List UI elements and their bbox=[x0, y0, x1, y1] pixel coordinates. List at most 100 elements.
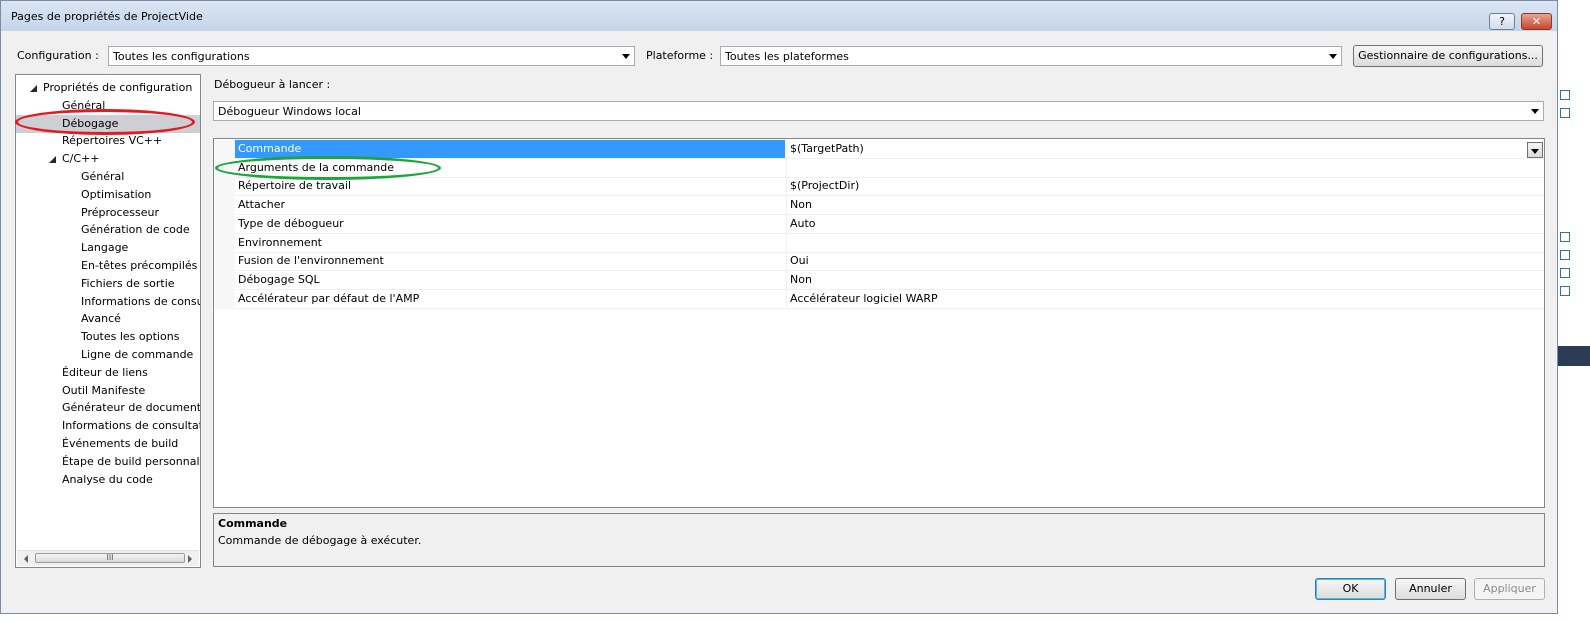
tree-item[interactable]: Étape de build personnalis bbox=[16, 453, 200, 471]
tree-item[interactable]: Toutes les options bbox=[16, 328, 200, 346]
row-gutter bbox=[214, 140, 235, 159]
configuration-value: Toutes les configurations bbox=[113, 50, 250, 63]
row-gutter bbox=[214, 252, 235, 272]
platform-label: Plateforme : bbox=[646, 49, 714, 62]
close-button[interactable]: ✕ bbox=[1521, 13, 1552, 30]
tree-item-label: Étape de build personnalis bbox=[62, 454, 201, 468]
debugger-label: Débogueur à lancer : bbox=[214, 78, 331, 91]
property-row[interactable]: Attacher Non bbox=[214, 196, 1544, 216]
tree-item[interactable]: Fichiers de sortie bbox=[16, 275, 200, 293]
title-bar[interactable]: Pages de propriétés de ProjectVide ? ✕ bbox=[1, 1, 1557, 31]
tree-item-label: Fichiers de sortie bbox=[81, 276, 175, 290]
property-row[interactable]: Débogage SQL Non bbox=[214, 270, 1544, 290]
property-name[interactable]: Type de débogueur bbox=[235, 215, 785, 233]
row-gutter bbox=[214, 177, 235, 197]
tree-item[interactable]: Analyse du code bbox=[16, 471, 200, 489]
tree-item-label: Génération de code bbox=[81, 223, 190, 237]
property-pages-dialog: Pages de propriétés de ProjectVide ? ✕ C… bbox=[0, 0, 1558, 614]
ok-button[interactable]: OK bbox=[1315, 578, 1386, 600]
tree-item-label: En-têtes précompilés bbox=[81, 259, 198, 272]
property-value[interactable] bbox=[786, 233, 1544, 252]
collapsed-arrow-icon[interactable] bbox=[49, 456, 55, 467]
tree-item[interactable]: C/C++ bbox=[16, 150, 200, 168]
collapsed-arrow-icon[interactable] bbox=[49, 385, 55, 396]
tree-item[interactable]: Événements de build bbox=[16, 435, 200, 453]
tree-item-label: Informations de consultati bbox=[62, 419, 201, 433]
property-row[interactable]: Fusion de l'environnement Oui bbox=[214, 252, 1544, 272]
row-gutter bbox=[214, 289, 235, 309]
property-value[interactable]: Accélérateur logiciel WARP bbox=[786, 289, 1544, 308]
tree-item[interactable]: Propriétés de configuration bbox=[16, 79, 200, 97]
help-button[interactable]: ? bbox=[1489, 13, 1515, 30]
collapsed-arrow-icon[interactable] bbox=[49, 474, 55, 485]
chevron-down-icon bbox=[622, 54, 630, 59]
property-value[interactable]: $(ProjectDir) bbox=[786, 177, 1544, 196]
property-value[interactable]: Oui bbox=[786, 252, 1544, 271]
cancel-button[interactable]: Annuler bbox=[1395, 578, 1466, 600]
property-grid[interactable]: Commande $(TargetPath) Arguments de la com… bbox=[213, 138, 1545, 508]
expanded-arrow-icon[interactable] bbox=[49, 156, 56, 164]
tree-item[interactable]: Informations de consultati bbox=[16, 417, 200, 435]
tree-item-label: Propriétés de configuration bbox=[43, 81, 193, 94]
tree-item[interactable]: Ligne de commande bbox=[16, 346, 200, 364]
configuration-select[interactable]: Toutes les configurations bbox=[108, 46, 635, 66]
tree-item[interactable]: Génération de code bbox=[16, 221, 200, 239]
property-name[interactable]: Accélérateur par défaut de l'AMP bbox=[235, 290, 785, 308]
tree-item-label: Préprocesseur bbox=[81, 205, 160, 219]
collapsed-arrow-icon[interactable] bbox=[49, 439, 55, 449]
window-title: Pages de propriétés de ProjectVide bbox=[11, 10, 203, 23]
expanded-arrow-icon[interactable] bbox=[30, 85, 37, 92]
tree-item[interactable]: Répertoires VC++ bbox=[16, 132, 200, 150]
tree-item[interactable]: Préprocesseur bbox=[16, 204, 200, 222]
property-value[interactable]: Auto bbox=[786, 214, 1544, 233]
property-name[interactable]: Répertoire de travail bbox=[235, 177, 785, 195]
properties-tree[interactable]: Propriétés de configuration Général Déboga… bbox=[15, 74, 201, 568]
property-value[interactable]: Non bbox=[786, 270, 1544, 289]
property-value[interactable] bbox=[786, 158, 1544, 177]
row-gutter bbox=[214, 196, 235, 216]
tree-horizontal-scrollbar[interactable]: III bbox=[17, 550, 199, 566]
property-name[interactable]: Débogage SQL bbox=[235, 271, 785, 289]
platform-select[interactable]: Toutes les plateformes bbox=[720, 46, 1342, 66]
tree-item-label: Générateur de document X bbox=[62, 401, 201, 415]
property-value[interactable]: $(TargetPath) bbox=[786, 140, 1544, 158]
tree-item-label: Événements de build bbox=[62, 437, 179, 450]
tree-item-label: Ligne de commande bbox=[81, 348, 194, 361]
property-name[interactable]: Attacher bbox=[235, 196, 785, 214]
property-value[interactable]: Non bbox=[786, 196, 1544, 215]
tree-item[interactable]: Générateur de document X bbox=[16, 399, 200, 417]
scroll-right-icon[interactable] bbox=[188, 555, 192, 563]
tree-item-label: Optimisation bbox=[81, 187, 152, 201]
checkbox-icon bbox=[1560, 90, 1570, 100]
checkbox-icon bbox=[1560, 268, 1570, 278]
tree-item[interactable]: Général bbox=[16, 168, 200, 186]
property-row[interactable]: Type de débogueur Auto bbox=[214, 214, 1544, 234]
background-window-edge bbox=[1558, 0, 1590, 622]
tree-item[interactable]: Langage bbox=[16, 239, 200, 257]
property-row[interactable]: Accélérateur par défaut de l'AMP Accéléra… bbox=[214, 289, 1544, 309]
property-row[interactable]: Répertoire de travail $(ProjectDir) bbox=[214, 177, 1544, 197]
property-name[interactable]: Fusion de l'environnement bbox=[235, 252, 785, 270]
tree-item[interactable]: Informations de consu bbox=[16, 293, 200, 311]
tree-item[interactable]: En-têtes précompilés bbox=[16, 257, 200, 275]
row-gutter bbox=[214, 270, 235, 290]
collapsed-arrow-icon[interactable] bbox=[49, 403, 55, 414]
tree-item[interactable]: Avancé bbox=[16, 310, 200, 328]
property-row[interactable]: Environnement bbox=[214, 233, 1544, 253]
tree-item[interactable]: Optimisation bbox=[16, 186, 200, 204]
tree-item[interactable]: Outil Manifeste bbox=[16, 382, 200, 400]
tree-item[interactable]: Éditeur de liens bbox=[16, 364, 200, 382]
collapsed-arrow-icon[interactable] bbox=[49, 367, 55, 378]
configuration-label: Configuration : bbox=[17, 49, 99, 62]
value-dropdown-button[interactable] bbox=[1527, 142, 1543, 158]
property-name[interactable]: Environnement bbox=[235, 234, 785, 252]
tree-item-label: Avancé bbox=[81, 312, 121, 326]
tree-item-label: C/C++ bbox=[62, 152, 100, 166]
collapsed-arrow-icon[interactable] bbox=[49, 421, 55, 432]
scroll-left-icon[interactable] bbox=[24, 555, 28, 563]
configuration-manager-button[interactable]: Gestionnaire de configurations... bbox=[1353, 45, 1543, 67]
debugger-select[interactable]: Débogueur Windows local bbox=[213, 101, 1544, 121]
property-row[interactable]: Commande $(TargetPath) bbox=[214, 140, 1544, 159]
scrollbar-thumb[interactable]: III bbox=[35, 553, 185, 563]
chevron-down-icon bbox=[1329, 54, 1337, 59]
